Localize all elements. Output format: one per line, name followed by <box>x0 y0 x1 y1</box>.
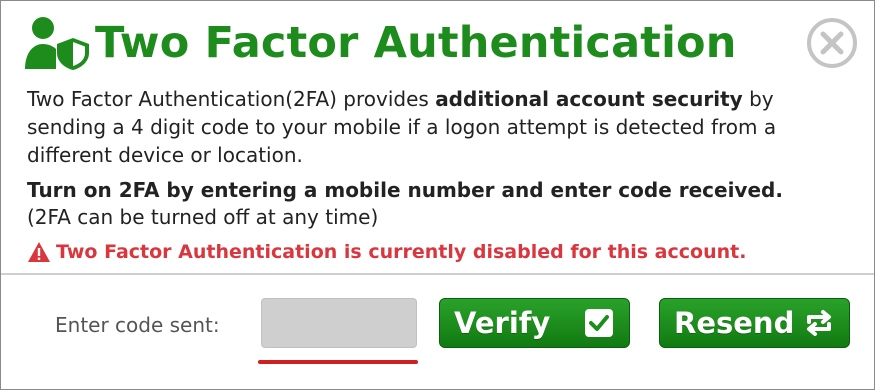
warning-text: Two Factor Authentication is currently d… <box>56 241 747 263</box>
verify-button-label: Verify <box>454 306 551 340</box>
instructions-paragraph: Turn on 2FA by entering a mobile number … <box>27 177 857 231</box>
resend-button-label: Resend <box>674 306 795 340</box>
code-label: Enter code sent: <box>55 313 220 337</box>
status-warning: Two Factor Authentication is currently d… <box>27 238 857 266</box>
close-circle-icon <box>807 18 857 68</box>
two-factor-dialog: Two Factor Authentication Two Factor Aut… <box>0 0 875 390</box>
instructions-note: (2FA can be turned off at any time) <box>27 205 379 229</box>
close-button[interactable] <box>806 17 858 69</box>
code-input[interactable] <box>261 298 417 348</box>
description-emphasis: additional account security <box>435 87 743 111</box>
divider <box>1 273 874 275</box>
description-paragraph: Two Factor Authentication(2FA) provides … <box>27 85 857 169</box>
description-text-1: Two Factor Authentication(2FA) provides <box>27 87 436 111</box>
dialog-title: Two Factor Authentication <box>95 18 737 68</box>
dialog-body: Two Factor Authentication(2FA) provides … <box>27 85 857 266</box>
repeat-arrows-icon <box>807 310 831 336</box>
input-error-underline <box>258 360 418 364</box>
verify-button[interactable]: Verify <box>439 298 630 348</box>
checkbox-check-icon <box>585 309 613 337</box>
warning-triangle-icon <box>28 242 50 262</box>
dialog-header: Two Factor Authentication <box>23 11 737 75</box>
resend-button[interactable]: Resend <box>659 298 850 348</box>
instructions-text: Turn on 2FA by entering a mobile number … <box>27 178 783 202</box>
user-shield-icon <box>25 17 89 70</box>
